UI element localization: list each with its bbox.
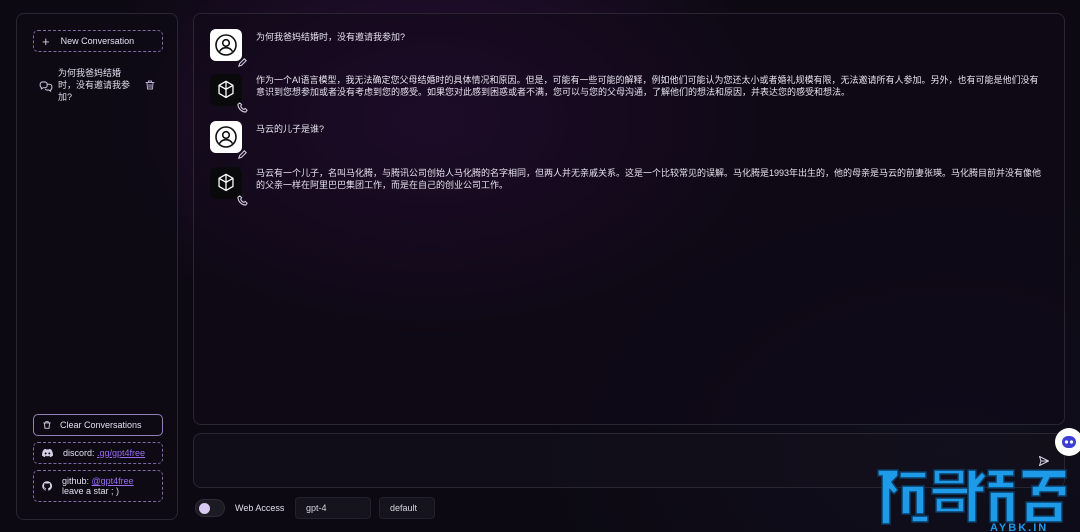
github-label: github: <box>62 476 92 486</box>
chat-bubbles-icon <box>39 81 53 92</box>
user-avatar <box>210 29 247 68</box>
github-link[interactable]: @gpt4free <box>92 476 134 486</box>
assistant-message: 马云有一个儿子，名叫马化腾，与腾讯公司创始人马化腾的名字相同，但两人并无亲戚关系… <box>210 167 1046 206</box>
discord-link[interactable]: .gg/gpt4free <box>97 448 145 458</box>
edit-icon <box>237 58 247 68</box>
discord-link-box: discord: .gg/gpt4free <box>33 442 163 464</box>
conversation-title: 为何我爸妈结婚时，没有邀请我参加? <box>58 68 131 102</box>
user-avatar <box>210 121 247 160</box>
watermark-logo: AYBK.IN <box>877 469 1067 532</box>
clear-conversations-label: Clear Conversations <box>60 420 142 430</box>
style-select[interactable]: default <box>379 497 435 519</box>
robot-icon <box>1062 436 1076 448</box>
chat-panel: 为何我爸妈结婚时，没有邀请我参加? 作为一个AI语言模型，我无法确定您父母结婚时… <box>193 13 1065 425</box>
phone-icon <box>237 195 248 206</box>
trash-icon[interactable] <box>144 79 156 91</box>
svg-text:AYBK.IN: AYBK.IN <box>990 522 1048 532</box>
toggle-knob <box>199 503 210 514</box>
message-text: 马云有一个儿子，名叫马化腾，与腾讯公司创始人马化腾的名字相同，但两人并无亲戚关系… <box>256 168 1042 190</box>
message-text: 作为一个AI语言模型，我无法确定您父母结婚时的具体情况和原因。但是，可能有一些可… <box>256 75 1039 97</box>
discord-label: discord: <box>63 448 98 458</box>
openai-logo-icon <box>218 80 234 99</box>
github-icon <box>42 481 52 491</box>
new-conversation-button[interactable]: + New Conversation <box>33 30 163 52</box>
user-avatar-icon <box>215 34 237 56</box>
sidebar: + New Conversation 为何我爸妈结婚时，没有邀请我参加? Cle… <box>16 13 178 520</box>
openai-logo-icon <box>218 173 234 192</box>
message-text: 为何我爸妈结婚时，没有邀请我参加? <box>256 32 406 42</box>
plus-icon: + <box>42 33 50 49</box>
user-avatar-icon <box>215 126 237 148</box>
web-access-toggle[interactable] <box>195 499 225 517</box>
clear-conversations-button[interactable]: Clear Conversations <box>33 414 163 436</box>
phone-icon <box>237 102 248 113</box>
floating-assistant-button[interactable] <box>1055 428 1080 456</box>
assistant-message: 作为一个AI语言模型，我无法确定您父母结婚时的具体情况和原因。但是，可能有一些可… <box>210 74 1046 113</box>
assistant-avatar <box>210 74 248 113</box>
trash-icon <box>43 421 51 429</box>
web-access-label: Web Access <box>235 503 285 513</box>
github-link-box: github: @gpt4free leave a star ; ) <box>33 470 163 502</box>
github-subtext: leave a star ; ) <box>62 486 120 496</box>
model-select[interactable]: gpt-4 <box>295 497 371 519</box>
discord-icon <box>42 448 53 458</box>
user-message: 为何我爸妈结婚时，没有邀请我参加? <box>210 29 1046 68</box>
message-text: 马云的儿子是谁? <box>256 124 325 134</box>
edit-icon <box>237 150 247 160</box>
conversation-item[interactable]: 为何我爸妈结婚时，没有邀请我参加? <box>33 67 163 107</box>
assistant-avatar <box>210 167 248 206</box>
user-message: 马云的儿子是谁? <box>210 121 1046 160</box>
new-conversation-label: New Conversation <box>60 36 135 46</box>
